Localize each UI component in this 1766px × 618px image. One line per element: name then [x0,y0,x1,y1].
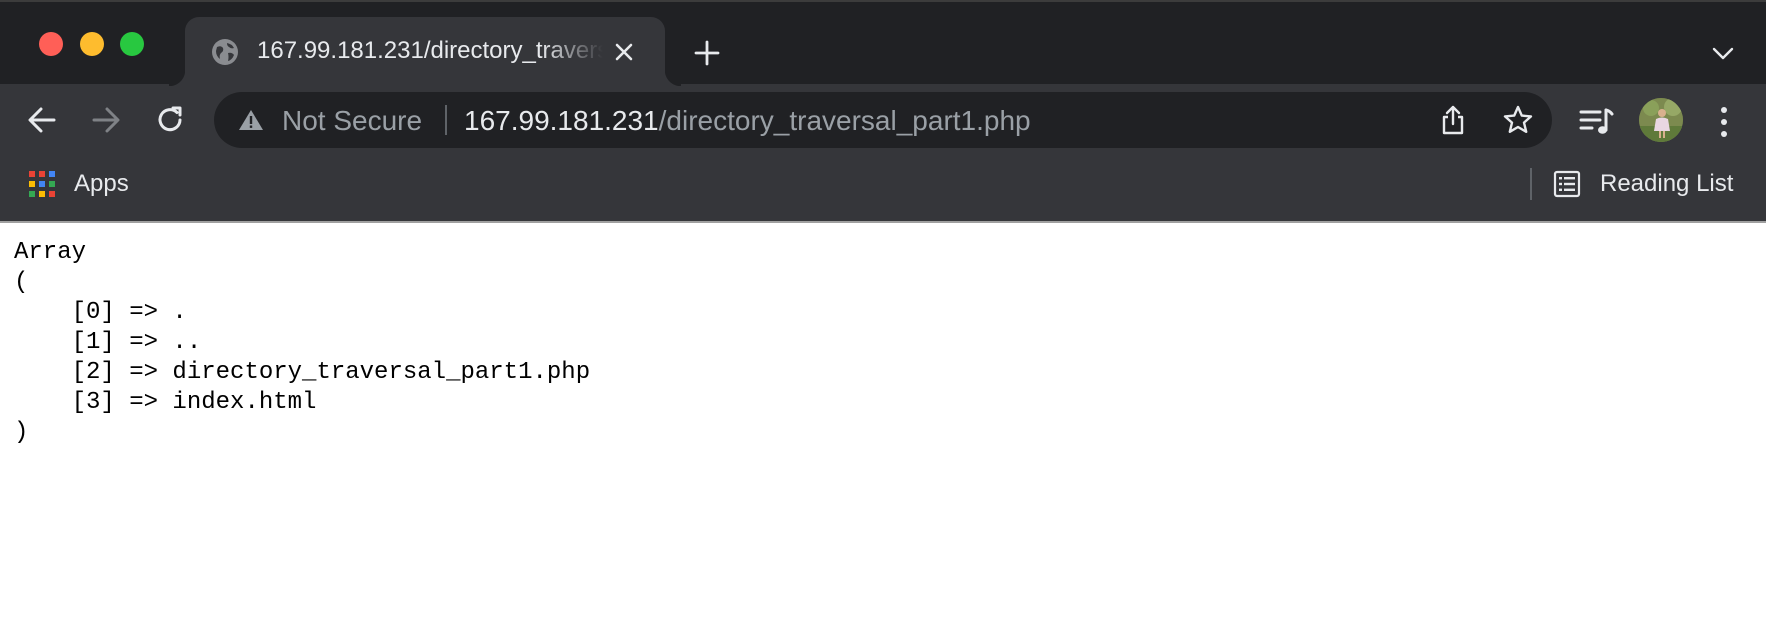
avatar-image [1639,98,1683,142]
media-queue-icon[interactable] [1578,104,1614,140]
output-line: [3] => index.html [14,389,317,416]
reload-icon[interactable] [152,102,188,138]
output-line: [0] => . [14,299,187,326]
kebab-menu-icon[interactable] [1712,104,1736,140]
globe-icon [212,39,238,65]
window-minimize-button[interactable] [80,32,104,56]
url-text[interactable]: 167.99.181.231/directory_traversal_part1… [464,105,1031,137]
star-icon[interactable] [1502,104,1534,136]
tab-active[interactable]: 167.99.181.231/directory_traversal_part1… [169,17,681,86]
output-line: Array [14,239,87,266]
window-close-button[interactable] [39,32,63,56]
page-content: Array ( [0] => . [1] => .. [2] => direct… [0,223,1766,618]
arrow-left-icon[interactable] [24,102,60,138]
warning-icon[interactable] [238,108,264,132]
reading-list-icon[interactable] [1553,170,1581,198]
chevron-down-icon[interactable] [1710,42,1736,64]
output-line: ( [14,269,29,296]
arrow-right-icon[interactable] [88,102,124,138]
url-path: /directory_traversal_part1.php [658,105,1031,136]
apps-grid-icon[interactable] [28,170,56,198]
omnibox-divider [445,105,447,135]
tab-title: 167.99.181.231/directory_traversal_part1… [257,37,603,64]
plus-icon[interactable] [692,38,722,68]
apps-bookmark[interactable]: Apps [74,169,129,199]
browser-chrome: 167.99.181.231/directory_traversal_part1… [0,0,1766,223]
close-icon[interactable] [611,39,637,65]
window-maximize-button[interactable] [120,32,144,56]
bookmarks-divider [1530,168,1532,200]
url-host: 167.99.181.231 [464,105,659,136]
output-line: ) [14,419,29,446]
output-line: [2] => directory_traversal_part1.php [14,359,591,386]
security-status-label[interactable]: Not Secure [282,105,422,137]
address-bar[interactable]: Not Secure 167.99.181.231/directory_trav… [214,92,1552,148]
share-icon[interactable] [1439,105,1467,135]
avatar[interactable] [1639,98,1683,142]
php-array-output: Array ( [0] => . [1] => .. [2] => direct… [14,238,590,448]
output-line: [1] => .. [14,329,202,356]
tab-strip: 167.99.181.231/directory_traversal_part1… [0,0,1766,86]
reading-list-button[interactable]: Reading List [1600,169,1733,199]
